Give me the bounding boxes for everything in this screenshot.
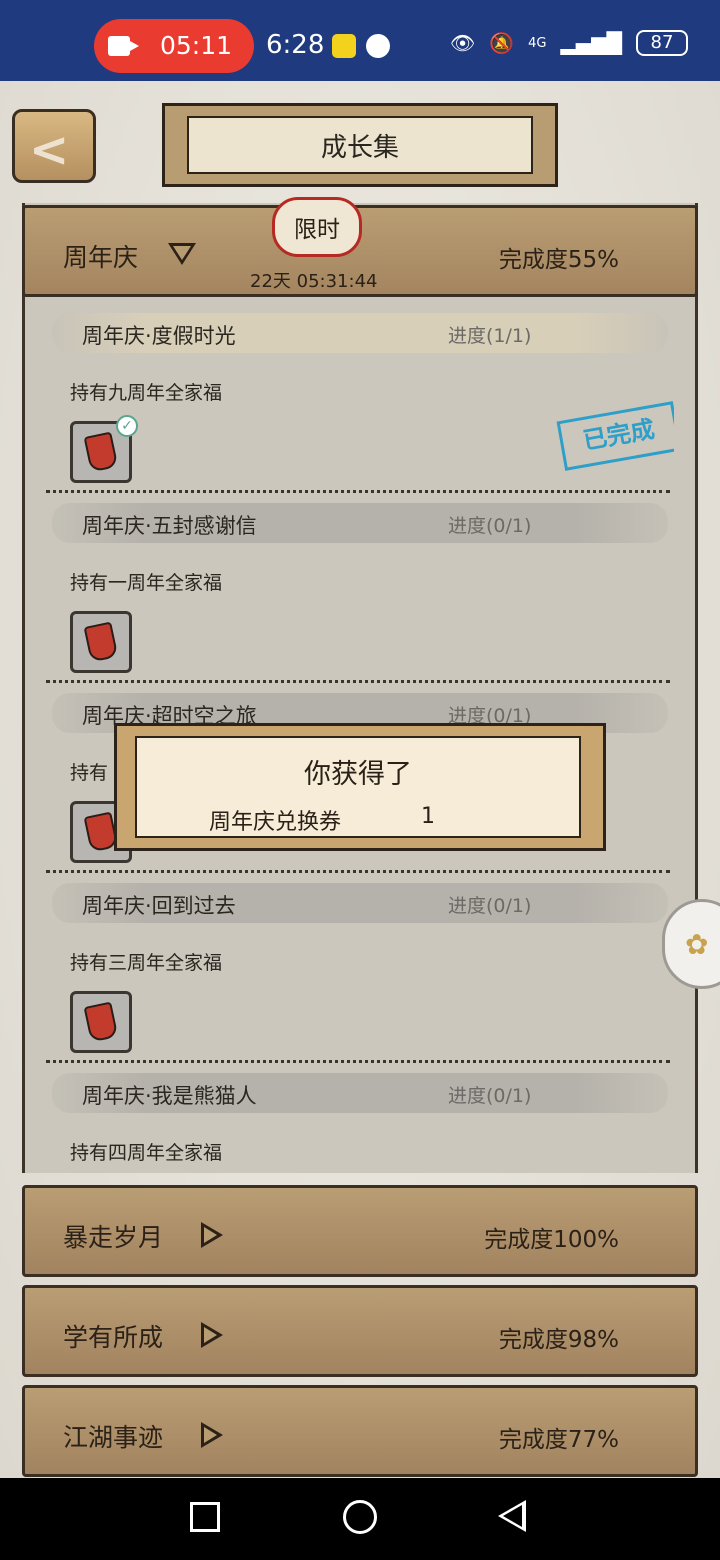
task-requirement: 持有四周年全家福 bbox=[70, 1142, 223, 1164]
countdown-timer: 22天 05:31:44 bbox=[250, 271, 378, 292]
reward-popup[interactable]: 你获得了 周年庆兑换券 1 bbox=[114, 723, 606, 851]
signal-icon: ▂▄▆█ bbox=[560, 31, 622, 55]
category-name: 周年庆 bbox=[63, 243, 139, 272]
category-completion: 完成度98% bbox=[498, 1327, 619, 1353]
signal-4g: 4G bbox=[528, 35, 547, 51]
task-name: 周年庆·度假时光 bbox=[82, 324, 236, 348]
app-notification-icon bbox=[332, 34, 356, 58]
task-item: 周年庆·度假时光 进度(1/1) 持有九周年全家福 ✓ 已完成 bbox=[46, 303, 674, 493]
status-icons: 👁 🔕 4G ▂▄▆█ 87 bbox=[450, 30, 688, 56]
expand-triangle-icon bbox=[201, 1222, 223, 1248]
task-progress: 进度(0/1) bbox=[448, 895, 532, 917]
task-header: 周年庆·我是熊猫人 进度(0/1) bbox=[52, 1073, 668, 1113]
expand-triangle-icon bbox=[201, 1422, 223, 1448]
popup-item-name: 周年庆兑换券 bbox=[209, 810, 342, 835]
reward-item-slot[interactable] bbox=[70, 611, 132, 673]
completed-stamp: 已完成 bbox=[556, 401, 674, 471]
task-header: 周年庆·度假时光 进度(1/1) bbox=[52, 313, 668, 353]
clock: 6:28 bbox=[266, 30, 325, 60]
limited-badge-text: 限时 bbox=[294, 217, 340, 243]
category-name: 学有所成 bbox=[63, 1323, 164, 1352]
limited-time-badge: 限时 bbox=[272, 197, 362, 257]
navigation-bar bbox=[0, 1478, 720, 1560]
category-completion: 完成度55% bbox=[498, 247, 619, 273]
task-name: 周年庆·五封感谢信 bbox=[82, 514, 257, 538]
title-scroll: 成长集 bbox=[162, 103, 558, 187]
task-item: 周年庆·我是熊猫人 进度(0/1) 持有四周年全家福 bbox=[46, 1063, 674, 1173]
task-requirement: 持有 bbox=[70, 762, 109, 784]
task-header: 周年庆·回到过去 进度(0/1) bbox=[52, 883, 668, 923]
task-name: 周年庆·回到过去 bbox=[82, 894, 236, 918]
reward-item-slot[interactable] bbox=[70, 991, 132, 1053]
task-item: 周年庆·回到过去 进度(0/1) 持有三周年全家福 bbox=[46, 873, 674, 1063]
category-completion: 完成度100% bbox=[484, 1227, 619, 1253]
category-row[interactable]: 学有所成 完成度98% bbox=[22, 1285, 698, 1377]
task-progress: 进度(0/1) bbox=[448, 515, 532, 537]
task-item: 周年庆·五封感谢信 进度(0/1) 持有一周年全家福 bbox=[46, 493, 674, 683]
qq-icon bbox=[366, 34, 390, 58]
category-row[interactable]: 江湖事迹 完成度77% bbox=[22, 1385, 698, 1477]
home-circle-icon[interactable] bbox=[343, 1500, 377, 1534]
task-name: 周年庆·我是熊猫人 bbox=[82, 1084, 257, 1108]
screen-record-indicator[interactable]: 05:11 bbox=[94, 19, 254, 73]
fu-token-icon bbox=[83, 1001, 119, 1043]
task-requirement: 持有九周年全家福 bbox=[70, 382, 223, 404]
back-arrow-icon: < bbox=[29, 122, 70, 178]
record-time: 05:11 bbox=[160, 31, 233, 60]
battery-icon: 87 bbox=[636, 30, 688, 56]
main-area: < 成长集 周年庆 完成度55% 限时 22天 05:31:44 周年庆·度假时… bbox=[0, 81, 720, 1478]
check-icon: ✓ bbox=[116, 415, 138, 437]
task-progress: 进度(1/1) bbox=[448, 325, 532, 347]
task-progress: 进度(0/1) bbox=[448, 1085, 532, 1107]
category-completion: 完成度77% bbox=[498, 1427, 619, 1453]
task-requirement: 持有一周年全家福 bbox=[70, 572, 223, 594]
category-name: 江湖事迹 bbox=[63, 1423, 164, 1452]
category-name: 暴走岁月 bbox=[63, 1223, 164, 1252]
popup-item-quantity: 1 bbox=[421, 804, 435, 829]
popup-title: 你获得了 bbox=[304, 759, 412, 790]
video-camera-icon bbox=[108, 36, 139, 56]
category-row[interactable]: 暴走岁月 完成度100% bbox=[22, 1185, 698, 1277]
expand-triangle-icon bbox=[201, 1322, 223, 1348]
collapse-triangle-icon[interactable] bbox=[168, 243, 196, 265]
task-requirement: 持有三周年全家福 bbox=[70, 952, 223, 974]
battery-level: 87 bbox=[650, 32, 674, 53]
fu-token-icon bbox=[83, 621, 119, 663]
page-title: 成长集 bbox=[320, 132, 399, 163]
assistant-icon: ✿ bbox=[685, 928, 709, 961]
recents-square-icon[interactable] bbox=[190, 1502, 220, 1532]
fu-token-icon bbox=[83, 431, 119, 473]
mute-icon: 🔕 bbox=[489, 31, 515, 55]
back-triangle-icon[interactable] bbox=[498, 1500, 526, 1532]
status-bar: 05:11 6:28 👁 🔕 4G ▂▄▆█ 87 bbox=[0, 0, 720, 81]
task-header: 周年庆·五封感谢信 进度(0/1) bbox=[52, 503, 668, 543]
eye-icon: 👁 bbox=[449, 31, 476, 55]
back-button[interactable]: < bbox=[12, 109, 96, 183]
